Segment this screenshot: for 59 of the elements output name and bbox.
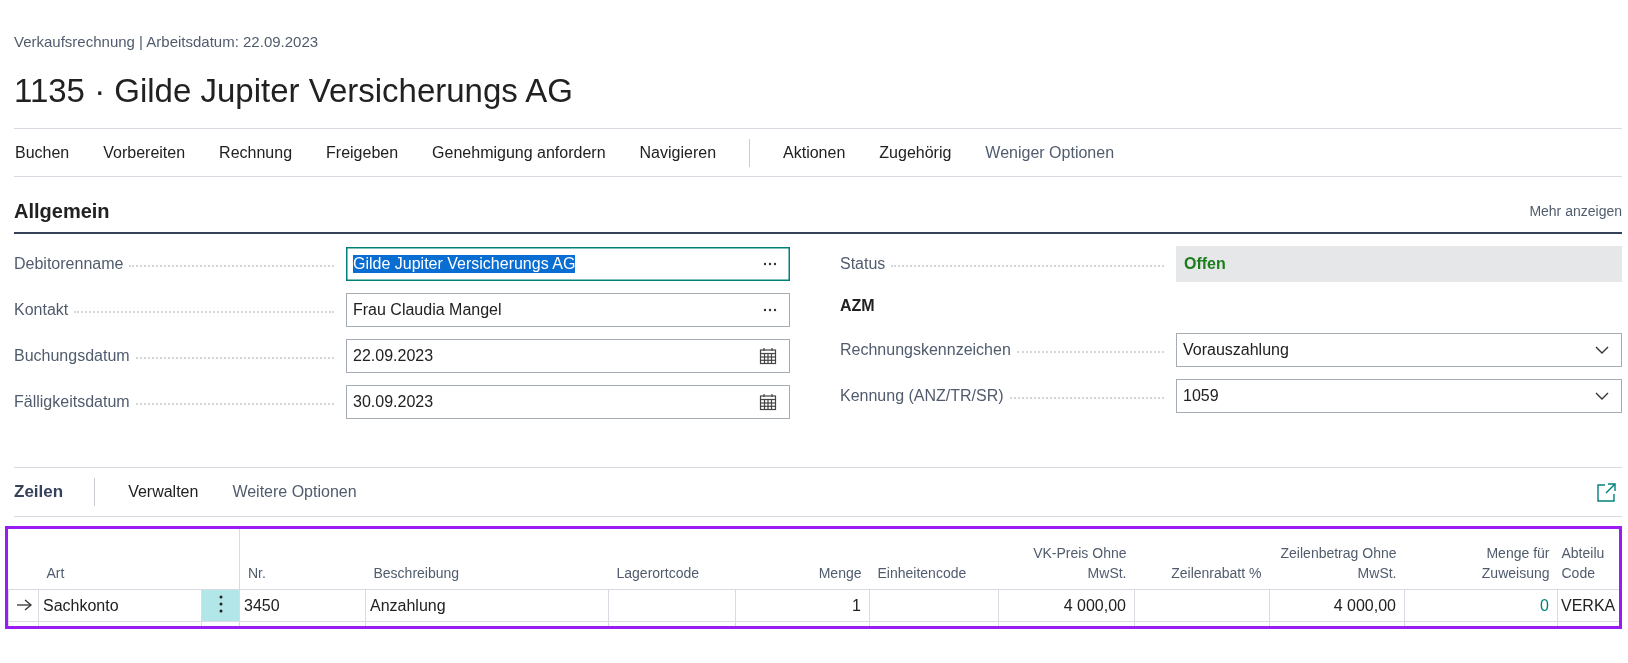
field-label: Debitorenname — [14, 255, 124, 273]
action-menu-button[interactable]: Rechnung — [218, 139, 294, 166]
action-menu-button[interactable]: Weniger Optionen — [984, 139, 1116, 166]
section-heading: Zeilen — [14, 482, 64, 502]
breadcrumb: Verkaufsrechnung | Arbeitsdatum: 22.09.2023 — [14, 32, 320, 52]
dropdown-field[interactable]: 1059 — [1176, 379, 1622, 413]
input-field[interactable]: 30.09.2023 — [346, 385, 790, 419]
expand-icon[interactable] — [1597, 482, 1616, 502]
column-header[interactable]: Einheitencode — [877, 563, 967, 583]
action-menu-button[interactable]: Freigeben — [325, 139, 400, 166]
field-label: Kontakt — [14, 301, 69, 319]
table-cell: 1 — [852, 596, 861, 614]
column-header[interactable]: Menge — [818, 563, 862, 583]
column-header[interactable]: Zeilenrabatt % — [1171, 563, 1262, 583]
table-cell: VERKA — [1561, 596, 1616, 614]
calendar-icon — [759, 347, 777, 365]
table-cell: 4 000,00 — [1333, 596, 1396, 614]
arrow-right-icon — [15, 598, 32, 611]
table-cell: Sachkonto — [43, 596, 119, 614]
action-menu-button[interactable]: Weitere Optionen — [231, 479, 358, 505]
action-menu-button[interactable]: Zugehörig — [878, 139, 953, 166]
column-header[interactable]: Beschreibung — [373, 563, 460, 583]
column-header[interactable]: Menge für Zuweisung — [1429, 543, 1550, 583]
chevron-down-icon — [1595, 346, 1609, 354]
ellipsis-icon — [763, 308, 777, 312]
table-cell: 3450 — [244, 596, 280, 614]
action-menu-button[interactable]: Navigieren — [638, 139, 718, 166]
status-field: Offen — [1176, 246, 1622, 282]
dropdown-field[interactable]: Vorauszahlung — [1176, 333, 1622, 367]
column-header[interactable]: Lagerortcode — [616, 563, 699, 583]
chevron-down-icon — [1595, 392, 1609, 400]
column-header[interactable]: Abteilu Code — [1561, 543, 1618, 583]
column-header[interactable]: Nr. — [248, 563, 266, 583]
input-field[interactable]: Frau Claudia Mangel — [346, 293, 790, 327]
table-cell: Anzahlung — [370, 596, 446, 614]
field-label: Rechnungskennzeichen — [840, 341, 1011, 359]
action-menu-button[interactable]: Verwalten — [127, 479, 200, 505]
action-menu-button[interactable]: Vorbereiten — [102, 139, 187, 166]
column-header[interactable]: Art — [46, 563, 65, 583]
ellipsis-icon — [763, 262, 777, 266]
group-heading: AZM — [840, 296, 876, 316]
more-vertical-icon — [218, 594, 223, 613]
action-menu-button[interactable]: Aktionen — [782, 139, 847, 166]
field-label: Fälligkeitsdatum — [14, 393, 130, 411]
show-more-link[interactable]: Mehr anzeigen — [1529, 203, 1622, 219]
field-label: Kennung (ANZ/TR/SR) — [840, 387, 1004, 405]
table-cell-link[interactable]: 0 — [1540, 596, 1549, 614]
page-title: 1135 · Gilde Jupiter Versicherungs AG — [14, 71, 574, 111]
action-menu-button[interactable]: Genehmigung anfordern — [431, 139, 607, 166]
column-header[interactable]: Zeilenbetrag Ohne MwSt. — [1277, 543, 1397, 583]
section-heading: Allgemein — [14, 199, 110, 223]
column-header[interactable]: VK-Preis Ohne MwSt. — [1006, 543, 1127, 583]
field-label: Buchungsdatum — [14, 347, 130, 365]
input-field[interactable]: Gilde Jupiter Versicherungs AG — [346, 247, 790, 281]
field-label: Status — [840, 255, 886, 273]
action-menu-button[interactable]: Buchen — [14, 139, 71, 166]
table-cell: 4 000,00 — [1063, 596, 1126, 614]
calendar-icon — [759, 393, 777, 411]
input-field[interactable]: 22.09.2023 — [346, 339, 790, 373]
